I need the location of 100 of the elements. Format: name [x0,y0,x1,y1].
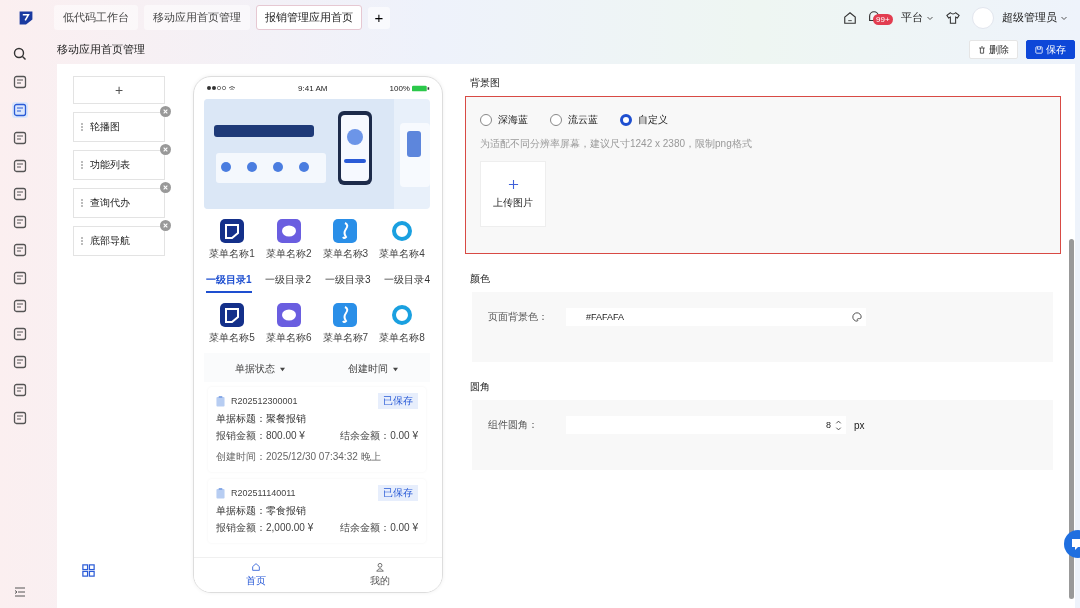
record-title: 单据标题：零食报销 [216,504,307,518]
filter-dropdown[interactable]: 创建时间 [348,362,399,376]
menu-label: 菜单名称1 [209,247,255,261]
record-id: R202512300001 [231,396,298,406]
battery-icon [412,84,430,92]
logo-icon[interactable] [220,303,244,327]
bottom-nav-item[interactable]: 我的 [318,558,442,592]
ring-icon[interactable] [389,219,414,243]
drag-handle-icon[interactable] [80,198,84,208]
module-icon[interactable] [12,410,28,426]
module-icon[interactable] [12,158,28,174]
drag-handle-icon[interactable] [80,236,84,246]
shirt-icon[interactable] [946,10,960,25]
logo-icon [18,9,34,26]
add-component-button[interactable]: + [73,76,165,104]
menu-label: 菜单名称3 [322,247,369,261]
close-icon[interactable] [160,106,171,117]
category-tab[interactable]: 一级目录4 [384,273,430,293]
module-icon[interactable] [12,270,28,286]
grid-icon[interactable] [81,563,96,578]
home-icon[interactable] [843,10,857,25]
notification-badge: 99+ [873,13,893,25]
home-icon [251,562,261,572]
plus-icon [507,178,519,190]
caret-icon [392,366,399,372]
menu-label: 菜单名称4 [379,247,425,261]
palette-icon[interactable] [852,312,862,322]
tab[interactable]: 低代码工作台 [54,5,138,30]
drag-handle-icon[interactable] [80,122,84,132]
bottom-nav-item[interactable]: 首页 [194,558,318,592]
document-icon [216,487,225,499]
component-item[interactable]: 查询代办 [73,188,165,218]
record-id: R202511140011 [231,488,296,498]
close-icon[interactable] [160,220,171,231]
module-icon[interactable] [12,102,28,118]
user-icon [375,562,385,572]
record-amount: 报销金额：800.00 ¥ [216,429,305,443]
status-tag: 已保存 [378,393,418,409]
menu-label: 菜单名称8 [379,331,425,345]
close-icon[interactable] [160,144,171,155]
status-time: 9:41 AM [298,83,328,93]
color-field[interactable]: #FAFAFA [566,308,866,326]
module-icon[interactable] [12,242,28,258]
record-title: 单据标题：聚餐报销 [216,412,307,426]
menu-label: 菜单名称7 [322,331,369,345]
module-icon[interactable] [12,74,28,90]
number-field[interactable]: 8 [566,416,846,434]
hint-text: 为适配不同分辨率屏幕，建议尺寸1242 x 2380，限制png格式 [480,137,753,151]
delete-button[interactable]: 删除 [969,40,1018,59]
platform-menu[interactable]: 平台 [901,10,934,25]
component-item[interactable]: 功能列表 [73,150,165,180]
field-label: 组件圆角： [488,418,539,432]
upload-button[interactable]: 上传图片 [480,161,546,227]
record-time: 创建时间：2025/12/30 07:34:32 晚上 [216,450,382,464]
field-label: 页面背景色： [488,310,549,324]
record-card[interactable]: R202512300001 已保存 单据标题：聚餐报销 报销金额：800.00 ¥ 结余金额：0.00 ¥ 创建时间：2025/12/30 07:34:32 晚上 [208,387,426,472]
radio-option[interactable]: 自定义 [620,113,668,127]
record-balance: 结余金额：0.00 ¥ [340,521,418,535]
record-balance: 结余金额：0.00 ¥ [340,429,418,443]
page-title: 移动应用首页管理 [57,42,145,57]
record-card[interactable]: R202511140011 已保存 单据标题：零食报销 报销金额：2,000.00 ¥ 结余金额：0.00 ¥ [208,479,426,543]
document-icon [216,395,225,407]
close-icon[interactable] [160,182,171,193]
filter-dropdown[interactable]: 单据状态 [235,362,286,376]
search-icon[interactable] [12,46,28,62]
module-icon[interactable] [12,326,28,342]
category-tab[interactable]: 一级目录2 [265,273,312,293]
battery-text: 100% [389,83,410,93]
category-tab[interactable]: 一级目录3 [324,273,371,293]
radio-option[interactable]: 深海蓝 [480,113,528,127]
trash-icon [978,45,986,54]
module-icon[interactable] [12,130,28,146]
record-amount: 报销金额：2,000.00 ¥ [216,521,314,535]
module-icon[interactable] [12,298,28,314]
logo-icon[interactable] [220,219,244,243]
module-icon[interactable] [12,354,28,370]
category-tab[interactable]: 一级目录1 [206,273,252,293]
status-tag: 已保存 [378,485,418,501]
ring-icon[interactable] [389,303,414,327]
tab[interactable]: 移动应用首页管理 [144,5,250,30]
component-item[interactable]: 底部导航 [73,226,165,256]
tab[interactable]: 报销管理应用首页 [256,5,362,30]
chat-icon[interactable] [276,219,301,243]
unit-label: px [854,419,865,431]
radio-option[interactable]: 流云蓝 [550,113,598,127]
add-tab-button[interactable]: + [368,6,390,29]
module-icon[interactable] [12,214,28,230]
chat-icon[interactable] [276,303,301,327]
save-button[interactable]: 保存 [1026,40,1075,59]
component-item[interactable]: 轮播图 [73,112,165,142]
section-title: 圆角 [470,380,491,394]
menu-label: 菜单名称5 [209,331,255,345]
module-icon[interactable] [12,382,28,398]
module-icon[interactable] [12,186,28,202]
user-menu[interactable]: 超级管理员 [1002,10,1068,25]
caret-icon [279,366,286,372]
drag-handle-icon[interactable] [80,160,84,170]
stepper-icon[interactable] [835,418,842,432]
signal-icon [206,85,236,91]
section-title: 背景图 [470,76,501,90]
